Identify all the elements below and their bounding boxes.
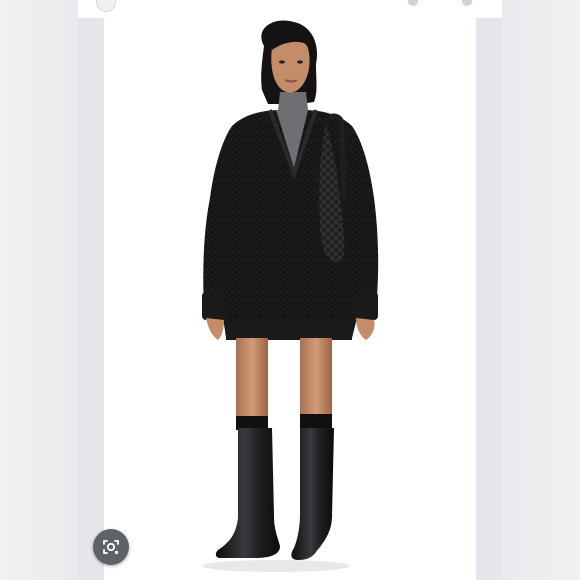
turtleneck-collar — [278, 92, 308, 110]
left-leg — [236, 338, 268, 422]
left-boot — [215, 428, 280, 558]
top-bar — [78, 0, 502, 18]
frame-left-edge — [78, 0, 104, 580]
floor-shadow — [202, 560, 350, 572]
share-icon[interactable] — [96, 0, 116, 12]
bookmark-icon[interactable] — [408, 0, 418, 6]
product-photo[interactable] — [104, 18, 476, 578]
left-background-band — [0, 0, 78, 580]
screenshot-root — [0, 0, 580, 580]
right-background-band — [502, 0, 580, 580]
right-cuff — [354, 292, 378, 320]
visual-search-button[interactable] — [93, 529, 129, 565]
left-sock — [236, 416, 268, 430]
camera-lens-icon — [103, 540, 119, 555]
right-sock — [300, 414, 332, 428]
model-illustration — [202, 20, 379, 572]
left-hand — [206, 318, 224, 340]
right-hand — [356, 318, 375, 340]
sweater-hem — [226, 318, 352, 340]
right-boot — [291, 428, 334, 560]
frame-right-edge — [476, 0, 502, 580]
right-leg — [300, 338, 332, 422]
more-icon[interactable] — [462, 0, 472, 6]
left-cuff — [202, 292, 226, 320]
